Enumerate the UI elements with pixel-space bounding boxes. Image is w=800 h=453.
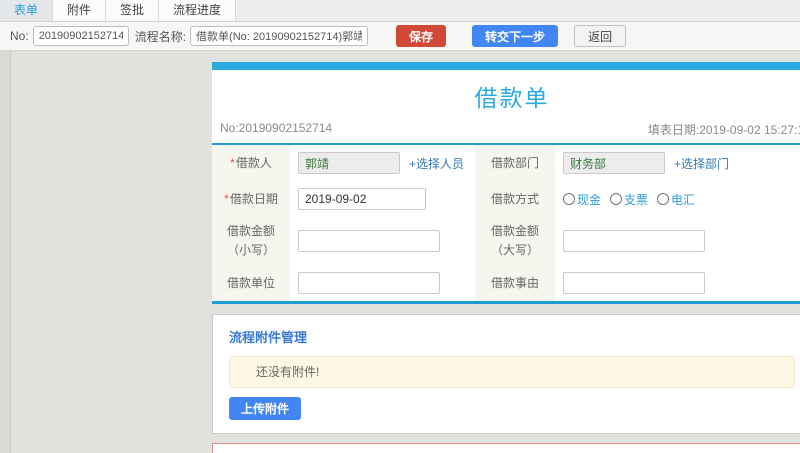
department-input[interactable] [563, 152, 665, 174]
attachment-panel: 流程附件管理 还没有附件! 上传附件 [212, 314, 800, 434]
wire-radio[interactable] [657, 193, 670, 205]
borrower-input[interactable] [298, 152, 400, 174]
amount-lower-label: 借款金额（小写） [212, 217, 290, 265]
panel-top-bar [212, 62, 800, 70]
loan-unit-field [290, 265, 475, 301]
form-no-text: No:20190902152714 [220, 121, 333, 135]
no-input[interactable] [32, 26, 129, 46]
upload-attachment-button[interactable]: 上传附件 [229, 397, 302, 420]
select-department-link[interactable]: +选择部门 [674, 155, 729, 172]
tab-bar: 表单 附件 签批 流程进度 [0, 0, 800, 22]
flow-name-label: 流程名称: [134, 29, 187, 44]
no-label: No: [10, 29, 29, 43]
loan-unit-input[interactable] [298, 272, 440, 294]
cash-radio[interactable] [563, 193, 575, 205]
loan-unit-label: 借款单位 [212, 265, 290, 301]
loan-reason-label: 借款事由 [475, 265, 555, 301]
save-button[interactable]: 保存 [396, 25, 447, 47]
amount-upper-field [555, 217, 800, 265]
radio-option-cheque[interactable]: 支票 [610, 191, 648, 208]
loan-date-field [290, 181, 475, 217]
form-meta: No:20190902152714 填表日期:2019-09-02 15:27:… [212, 121, 800, 145]
select-person-link[interactable]: +选择人员 [409, 155, 464, 172]
command-bar: No: 流程名称: 保存 转交下一步 返回 [0, 22, 800, 51]
borrower-label: *借款人 [212, 145, 290, 181]
amount-lower-field [290, 217, 475, 265]
radio-option-cash[interactable]: 现金 [563, 191, 601, 208]
loan-date-input[interactable] [298, 188, 426, 210]
loan-reason-input[interactable] [563, 272, 705, 294]
cheque-radio[interactable] [610, 193, 623, 205]
back-button[interactable]: 返回 [574, 25, 627, 47]
loan-method-field: 现金 支票 电汇 [555, 181, 800, 217]
tab-progress[interactable]: 流程进度 [159, 0, 237, 21]
amount-upper-input[interactable] [563, 230, 705, 252]
main-area: 借款单 No:20190902152714 填表日期:2019-09-02 15… [0, 51, 800, 453]
required-mark: * [224, 191, 229, 206]
form-date-text: 填表日期:2019-09-02 15:27:1 [647, 123, 800, 137]
attachment-heading: 流程附件管理 [229, 330, 308, 345]
left-strip [0, 51, 11, 453]
form-grid: *借款人 +选择人员 借款部门 +选择部门 *借款日期 [212, 145, 800, 301]
loan-date-label: *借款日期 [212, 181, 290, 217]
department-field: +选择部门 [555, 145, 800, 181]
loan-form-panel: 借款单 No:20190902152714 填表日期:2019-09-02 15… [212, 62, 800, 304]
form-title: 借款单 [474, 85, 550, 111]
loan-reason-field [555, 265, 800, 301]
no-attachment-alert: 还没有附件! [229, 356, 795, 388]
amount-lower-input[interactable] [298, 230, 440, 252]
borrower-field: +选择人员 [290, 145, 475, 181]
loan-method-radio-group: 现金 支票 电汇 [563, 191, 695, 208]
department-label: 借款部门 [475, 145, 555, 181]
loan-method-label: 借款方式 [475, 181, 555, 217]
approval-panel: 流程签批意见 B I abc ✎ ∞ ∞ ⚑ ≣ ☰ ⇤ ⇥ [212, 443, 800, 453]
content-column: 借款单 No:20190902152714 填表日期:2019-09-02 15… [212, 62, 800, 453]
tab-form[interactable]: 表单 [0, 0, 54, 21]
tab-approval[interactable]: 签批 [106, 0, 160, 21]
radio-option-wire[interactable]: 电汇 [657, 191, 695, 208]
next-step-button[interactable]: 转交下一步 [472, 25, 559, 47]
amount-upper-label: 借款金额（大写） [475, 217, 555, 265]
flow-name-input[interactable] [190, 26, 369, 46]
required-mark: * [230, 155, 235, 170]
tab-attachments[interactable]: 附件 [53, 0, 107, 21]
